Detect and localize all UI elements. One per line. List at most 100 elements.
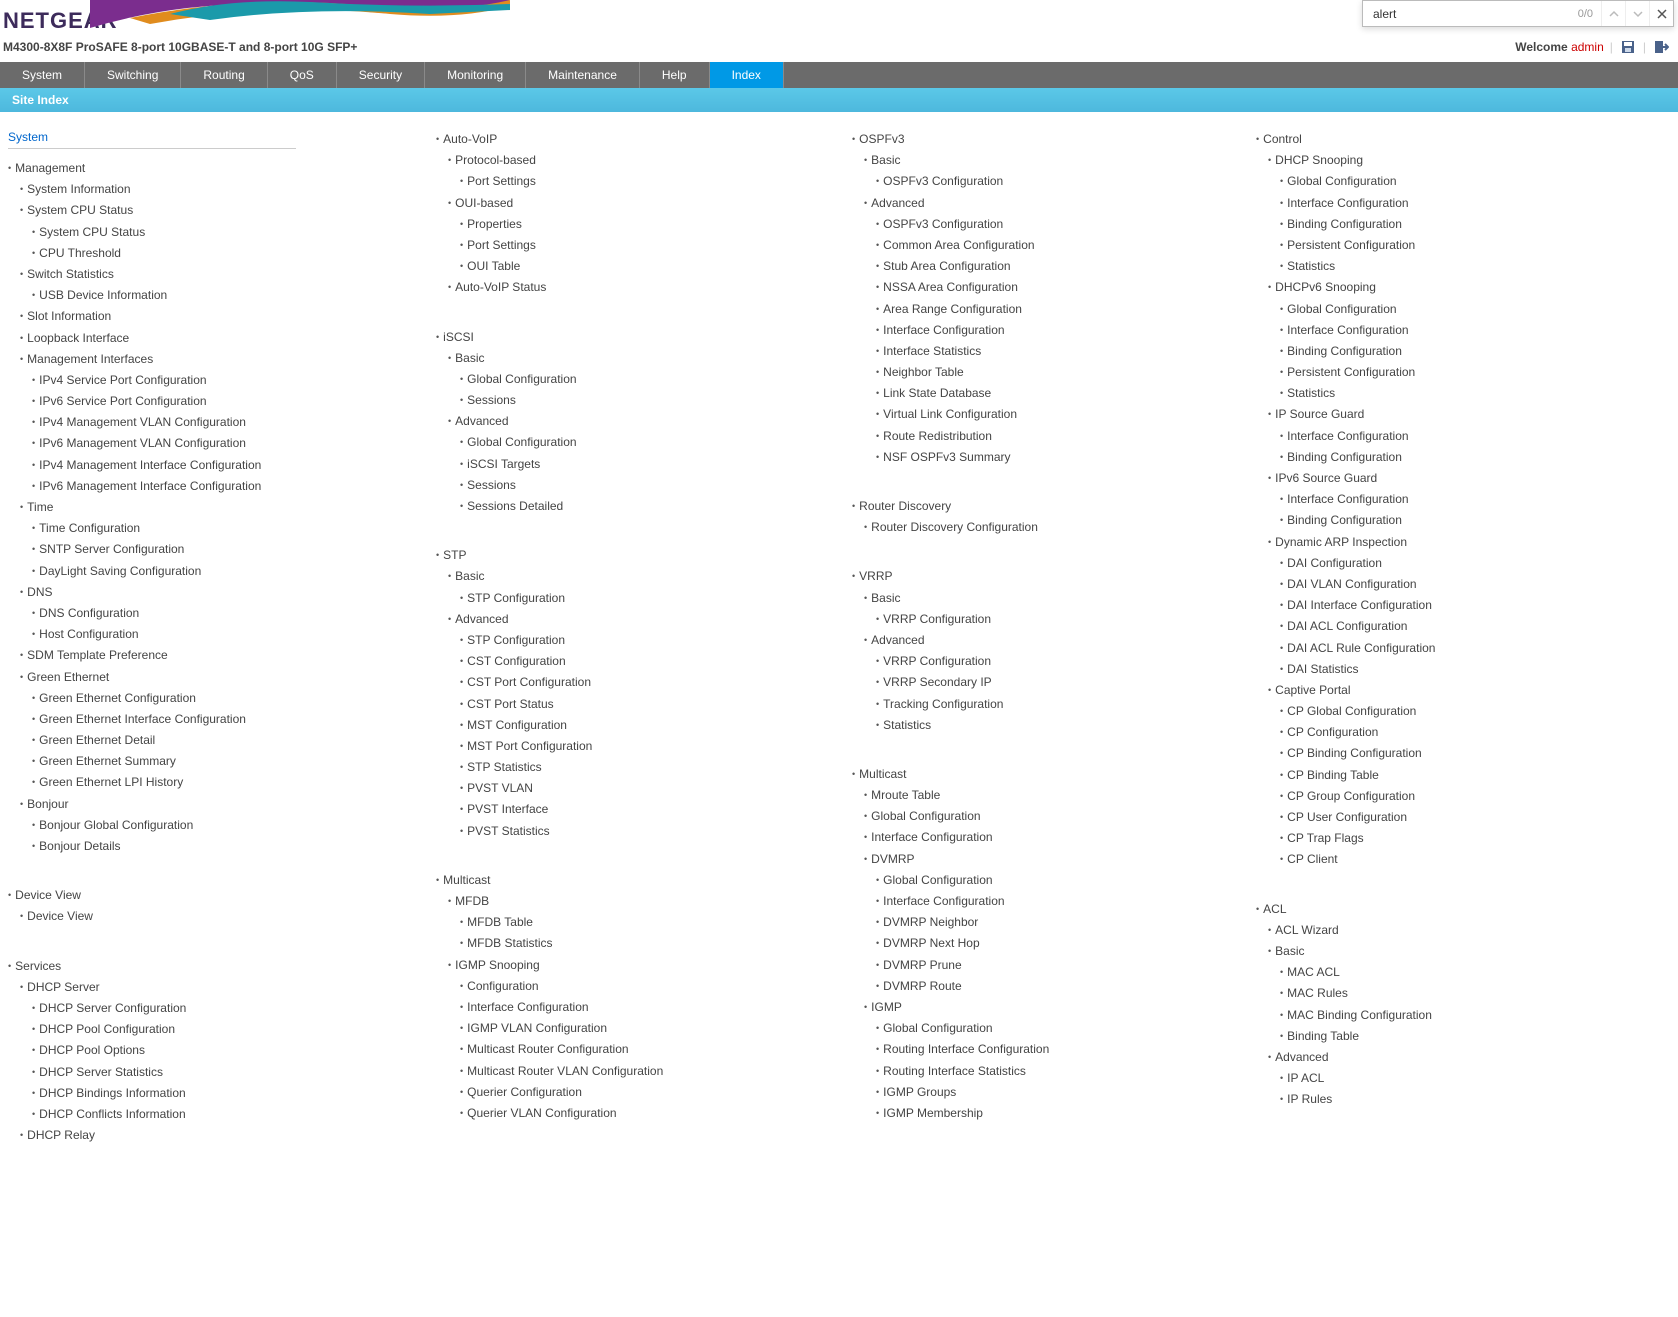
index-link[interactable]: •Bonjour Details: [32, 837, 424, 856]
index-link[interactable]: •Switch Statistics: [20, 265, 424, 284]
index-link[interactable]: •Green Ethernet Configuration: [32, 689, 424, 708]
search-close-icon[interactable]: [1649, 1, 1673, 26]
index-link[interactable]: •CST Configuration: [460, 652, 840, 671]
index-link[interactable]: •CP Trap Flags: [1280, 829, 1672, 848]
index-link[interactable]: •Advanced: [448, 610, 840, 629]
index-link[interactable]: •MST Port Configuration: [460, 737, 840, 756]
index-link[interactable]: •System CPU Status: [20, 201, 424, 220]
index-link[interactable]: •Basic: [1268, 942, 1672, 961]
index-link[interactable]: •DHCP Snooping: [1268, 151, 1672, 170]
index-link[interactable]: •Global Configuration: [876, 871, 1256, 890]
index-link[interactable]: •DHCP Server Configuration: [32, 999, 424, 1018]
index-link[interactable]: •Persistent Configuration: [1280, 363, 1672, 382]
index-link[interactable]: •Interface Statistics: [876, 342, 1256, 361]
index-link[interactable]: •Green Ethernet Summary: [32, 752, 424, 771]
index-link[interactable]: •Interface Configuration: [1280, 490, 1672, 509]
index-link[interactable]: •OSPFv3 Configuration: [876, 215, 1256, 234]
nav-routing[interactable]: Routing: [181, 62, 267, 88]
index-link[interactable]: •STP: [436, 546, 840, 565]
index-link[interactable]: •Querier VLAN Configuration: [460, 1104, 840, 1123]
index-link[interactable]: •DVMRP Neighbor: [876, 913, 1256, 932]
index-link[interactable]: •DVMRP Route: [876, 977, 1256, 996]
nav-security[interactable]: Security: [337, 62, 425, 88]
index-link[interactable]: •DHCP Conflicts Information: [32, 1105, 424, 1124]
index-link[interactable]: •Interface Configuration: [460, 998, 840, 1017]
index-link[interactable]: •Advanced: [1268, 1048, 1672, 1067]
index-link[interactable]: •Statistics: [1280, 257, 1672, 276]
index-link[interactable]: •Bonjour Global Configuration: [32, 816, 424, 835]
index-link[interactable]: •IP Rules: [1280, 1090, 1672, 1109]
index-link[interactable]: •CP User Configuration: [1280, 808, 1672, 827]
index-link[interactable]: •Host Configuration: [32, 625, 424, 644]
index-link[interactable]: •OUI-based: [448, 194, 840, 213]
index-link[interactable]: •DHCP Server Statistics: [32, 1063, 424, 1082]
index-link[interactable]: •Dynamic ARP Inspection: [1268, 533, 1672, 552]
index-link[interactable]: •Binding Configuration: [1280, 215, 1672, 234]
index-link[interactable]: •Routing Interface Statistics: [876, 1062, 1256, 1081]
index-link[interactable]: •Captive Portal: [1268, 681, 1672, 700]
nav-maintenance[interactable]: Maintenance: [526, 62, 640, 88]
index-link[interactable]: •Neighbor Table: [876, 363, 1256, 382]
index-link[interactable]: •Sessions Detailed: [460, 497, 840, 516]
index-link[interactable]: •Management Interfaces: [20, 350, 424, 369]
index-link[interactable]: •NSF OSPFv3 Summary: [876, 448, 1256, 467]
index-link[interactable]: •IP ACL: [1280, 1069, 1672, 1088]
nav-system[interactable]: System: [0, 62, 85, 88]
index-link[interactable]: •VRRP Configuration: [876, 610, 1256, 629]
index-link[interactable]: •Time: [20, 498, 424, 517]
index-link[interactable]: •IGMP Membership: [876, 1104, 1256, 1123]
index-link[interactable]: •Advanced: [864, 631, 1256, 650]
index-link[interactable]: •Multicast: [852, 765, 1256, 784]
save-icon[interactable]: [1619, 38, 1637, 56]
nav-switching[interactable]: Switching: [85, 62, 181, 88]
index-link[interactable]: •USB Device Information: [32, 286, 424, 305]
index-link[interactable]: •DNS Configuration: [32, 604, 424, 623]
index-link[interactable]: •Auto-VoIP Status: [448, 278, 840, 297]
index-link[interactable]: •Green Ethernet Interface Configuration: [32, 710, 424, 729]
index-link[interactable]: •DayLight Saving Configuration: [32, 562, 424, 581]
index-link[interactable]: •Configuration: [460, 977, 840, 996]
index-link[interactable]: •IGMP Groups: [876, 1083, 1256, 1102]
index-link[interactable]: •CP Global Configuration: [1280, 702, 1672, 721]
index-link[interactable]: •IPv4 Management VLAN Configuration: [32, 413, 424, 432]
index-link[interactable]: •Properties: [460, 215, 840, 234]
index-link[interactable]: •STP Statistics: [460, 758, 840, 777]
index-link[interactable]: •Router Discovery: [852, 497, 1256, 516]
index-link[interactable]: •IPv6 Source Guard: [1268, 469, 1672, 488]
index-link[interactable]: •Tracking Configuration: [876, 695, 1256, 714]
index-link[interactable]: •MAC Binding Configuration: [1280, 1006, 1672, 1025]
index-link[interactable]: •CP Binding Configuration: [1280, 744, 1672, 763]
index-link[interactable]: •VRRP: [852, 567, 1256, 586]
index-link[interactable]: •IGMP: [864, 998, 1256, 1017]
index-link[interactable]: •DVMRP: [864, 850, 1256, 869]
index-link[interactable]: •Area Range Configuration: [876, 300, 1256, 319]
index-link[interactable]: •DAI Configuration: [1280, 554, 1672, 573]
index-link[interactable]: •IPv4 Service Port Configuration: [32, 371, 424, 390]
index-link[interactable]: •System Information: [20, 180, 424, 199]
index-link[interactable]: •Global Configuration: [460, 433, 840, 452]
index-link[interactable]: •DNS: [20, 583, 424, 602]
index-link[interactable]: •Link State Database: [876, 384, 1256, 403]
index-link[interactable]: •CP Binding Table: [1280, 766, 1672, 785]
index-link[interactable]: •DHCP Server: [20, 978, 424, 997]
index-link[interactable]: •SNTP Server Configuration: [32, 540, 424, 559]
index-link[interactable]: •Global Configuration: [876, 1019, 1256, 1038]
index-link[interactable]: •CPU Threshold: [32, 244, 424, 263]
index-link[interactable]: •IGMP Snooping: [448, 956, 840, 975]
index-link[interactable]: •Basic: [864, 151, 1256, 170]
index-link[interactable]: •Port Settings: [460, 172, 840, 191]
nav-qos[interactable]: QoS: [268, 62, 337, 88]
index-link[interactable]: •MFDB: [448, 892, 840, 911]
index-link[interactable]: •DHCP Pool Options: [32, 1041, 424, 1060]
index-link[interactable]: •Interface Configuration: [876, 892, 1256, 911]
index-link[interactable]: •Interface Configuration: [1280, 427, 1672, 446]
index-link[interactable]: •Multicast: [436, 871, 840, 890]
index-link[interactable]: •Interface Configuration: [1280, 194, 1672, 213]
index-link[interactable]: •Multicast Router Configuration: [460, 1040, 840, 1059]
index-link[interactable]: •CST Port Configuration: [460, 673, 840, 692]
index-link[interactable]: •iSCSI Targets: [460, 455, 840, 474]
index-link[interactable]: •Binding Table: [1280, 1027, 1672, 1046]
index-link[interactable]: •Device View: [20, 907, 424, 926]
index-link[interactable]: •DAI ACL Rule Configuration: [1280, 639, 1672, 658]
index-link[interactable]: •NSSA Area Configuration: [876, 278, 1256, 297]
